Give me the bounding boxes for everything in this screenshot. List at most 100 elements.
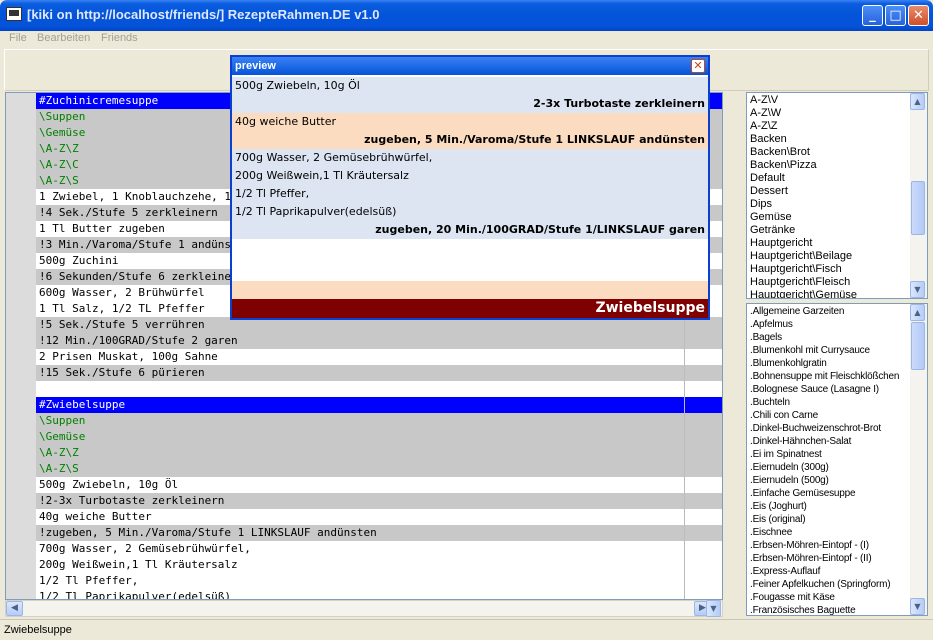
recipe-list-scrollbar[interactable]: ▲ ▼ xyxy=(910,304,927,615)
preview-ingredient: 200g Weißwein,1 Tl Kräutersalz xyxy=(235,169,409,182)
category-scroll-down-button[interactable]: ▼ xyxy=(910,281,925,298)
recipe-scroll-down-button[interactable]: ▼ xyxy=(910,598,925,615)
scroll-down-button[interactable]: ▼ xyxy=(706,600,721,617)
editor-horizontal-scrollbar[interactable]: ◀ ▶ xyxy=(5,600,723,617)
category-item[interactable]: A-Z\V xyxy=(750,94,778,107)
category-item[interactable]: Backen\Pizza xyxy=(750,159,817,172)
preview-step: 500g Zwiebeln, 10g Öl 2-3x Turbotaste zer… xyxy=(232,77,708,113)
editor-line[interactable]: !zugeben, 5 Min./Varoma/Stufe 1 LINKSLAU… xyxy=(36,525,722,541)
recipe-item[interactable]: .Eiernudeln (300g) xyxy=(750,461,829,474)
recipe-item[interactable]: .Eis (original) xyxy=(750,513,806,526)
category-item[interactable]: Default xyxy=(750,172,785,185)
app-icon[interactable] xyxy=(6,7,22,21)
category-list[interactable]: A-Z\V A-Z\W A-Z\Z Backen Backen\Brot Backen\P… xyxy=(746,92,928,299)
recipe-item[interactable]: .Apfelmus xyxy=(750,318,793,331)
editor-line[interactable]: !12 Min./100GRAD/Stufe 2 garen xyxy=(36,333,722,349)
preview-ingredient: 1/2 Tl Paprikapulver(edelsüß) xyxy=(235,205,397,218)
recipe-item[interactable]: .Blumenkohlgratin xyxy=(750,357,827,370)
recipe-item[interactable]: .Erbsen-Möhren-Eintopf - (I) xyxy=(750,539,869,552)
recipe-item[interactable]: .Einfache Gemüsesuppe xyxy=(750,487,856,500)
recipe-list[interactable]: .Allgemeine Garzeiten .Apfelmus .Bagels .Bl… xyxy=(746,303,928,616)
recipe-item[interactable]: .Fougasse mit Käse xyxy=(750,591,835,604)
recipe-item[interactable]: .Buchteln xyxy=(750,396,790,409)
recipe-item[interactable]: .Eis (Joghurt) xyxy=(750,500,807,513)
category-item[interactable]: Hauptgericht\Fisch xyxy=(750,263,842,276)
editor-line[interactable]: \A-Z\Z xyxy=(36,445,722,461)
category-item[interactable]: Backen xyxy=(750,133,787,146)
recipe-item[interactable]: .Erbsen-Möhren-Eintopf - (II) xyxy=(750,552,872,565)
editor-line[interactable]: 1/2 Tl Pfeffer, xyxy=(36,573,722,589)
preview-step: 40g weiche Butter zugeben, 5 Min./Varoma/… xyxy=(232,113,708,149)
recipe-item[interactable]: .Bohnensuppe mit Fleischklößchen xyxy=(750,370,899,383)
recipe-item[interactable]: .Bagels xyxy=(750,331,782,344)
editor-line[interactable]: \A-Z\S xyxy=(36,461,722,477)
category-scroll-up-button[interactable]: ▲ xyxy=(910,93,925,110)
maximize-button[interactable]: □ xyxy=(885,5,906,26)
editor-line[interactable]: 1/2 Tl Paprikapulver(edelsüß) xyxy=(36,589,722,599)
editor-gutter xyxy=(6,93,36,599)
preview-step: 700g Wasser, 2 Gemüsebrühwürfel, 200g Wei… xyxy=(232,149,708,239)
preview-ingredient: 500g Zwiebeln, 10g Öl xyxy=(235,79,360,92)
close-button[interactable]: ✕ xyxy=(908,5,929,26)
window-title: [kiki on http://localhost/friends/] Reze… xyxy=(27,7,380,22)
editor-line[interactable]: 2 Prisen Muskat, 100g Sahne xyxy=(36,349,722,365)
recipe-item[interactable]: .Allgemeine Garzeiten xyxy=(750,305,844,318)
editor-line[interactable]: 200g Weißwein,1 Tl Kräutersalz xyxy=(36,557,722,573)
editor-line[interactable]: 700g Wasser, 2 Gemüsebrühwürfel, xyxy=(36,541,722,557)
category-item[interactable]: Hauptgericht\Gemüse xyxy=(750,289,857,298)
preview-title: preview xyxy=(232,57,708,75)
recipe-scroll-up-button[interactable]: ▲ xyxy=(910,304,925,321)
recipe-item[interactable]: .Express-Auflauf xyxy=(750,565,820,578)
category-item[interactable]: Dips xyxy=(750,198,772,211)
category-item[interactable]: Hauptgericht\Beilage xyxy=(750,250,852,263)
preview-action: 2-3x Turbotaste zerkleinern xyxy=(533,97,705,110)
menu-file[interactable]: File xyxy=(9,32,27,44)
category-item[interactable]: Backen\Brot xyxy=(750,146,810,159)
category-item[interactable]: Hauptgericht\Fleisch xyxy=(750,276,850,289)
editor-line[interactable]: 40g weiche Butter xyxy=(36,509,722,525)
category-item[interactable]: Dessert xyxy=(750,185,788,198)
scroll-left-button[interactable]: ◀ xyxy=(6,601,23,616)
editor-line[interactable]: 500g Zwiebeln, 10g Öl xyxy=(36,477,722,493)
preview-recipe-name: Zwiebelsuppe xyxy=(595,300,705,316)
category-item[interactable]: A-Z\Z xyxy=(750,120,778,133)
category-item[interactable]: Hauptgericht xyxy=(750,237,812,250)
category-list-scrollbar[interactable]: ▲ ▼ xyxy=(910,93,927,298)
recipe-item[interactable]: .Blumenkohl mit Currysauce xyxy=(750,344,870,357)
category-item[interactable]: Getränke xyxy=(750,224,795,237)
recipe-scroll-thumb[interactable] xyxy=(911,322,925,370)
preview-action: zugeben, 20 Min./100GRAD/Stufe 1/LINKSLA… xyxy=(375,223,705,236)
minimize-button[interactable]: _ xyxy=(862,5,883,26)
editor-line[interactable]: !15 Sek./Stufe 6 pürieren xyxy=(36,365,722,381)
preview-footer: Zwiebelsuppe xyxy=(232,299,708,318)
preview-ingredient: 700g Wasser, 2 Gemüsebrühwürfel, xyxy=(235,151,433,164)
editor-line[interactable] xyxy=(36,381,722,397)
status-text: Zwiebelsuppe xyxy=(4,624,72,636)
recipe-item[interactable]: .Bolognese Sauce (Lasagne I) xyxy=(750,383,879,396)
menu-bearbeiten[interactable]: Bearbeiten xyxy=(37,32,90,44)
recipe-item[interactable]: .Französisches Baguette xyxy=(750,604,856,615)
recipe-item[interactable]: .Eiernudeln (500g) xyxy=(750,474,829,487)
recipe-item[interactable]: .Dinkel-Buchweizenschrot-Brot xyxy=(750,422,881,435)
editor-line[interactable]: #Zwiebelsuppe xyxy=(36,397,722,413)
preview-empty-row xyxy=(232,281,708,299)
category-item[interactable]: Gemüse xyxy=(750,211,792,224)
recipe-item[interactable]: .Feiner Apfelkuchen (Springform) xyxy=(750,578,891,591)
recipe-item[interactable]: .Ei im Spinatnest xyxy=(750,448,822,461)
editor-line[interactable]: \Gemüse xyxy=(36,429,722,445)
editor-line[interactable]: \Suppen xyxy=(36,413,722,429)
preview-close-button[interactable]: ✕ xyxy=(691,59,705,73)
recipe-item[interactable]: .Chili con Carne xyxy=(750,409,818,422)
category-scroll-thumb[interactable] xyxy=(911,181,925,235)
preview-window[interactable]: preview ✕ 500g Zwiebeln, 10g Öl 2-3x Turb… xyxy=(230,55,710,320)
preview-ingredient: 1/2 Tl Pfeffer, xyxy=(235,187,310,200)
preview-action: zugeben, 5 Min./Varoma/Stufe 1 LINKSLAUF… xyxy=(364,133,705,146)
menu-bar: File Bearbeiten Friends xyxy=(0,31,933,48)
preview-ingredient: 40g weiche Butter xyxy=(235,115,337,128)
title-bar[interactable]: [kiki on http://localhost/friends/] Reze… xyxy=(0,0,933,31)
recipe-item[interactable]: .Eischnee xyxy=(750,526,792,539)
recipe-item[interactable]: .Dinkel-Hähnchen-Salat xyxy=(750,435,851,448)
menu-friends[interactable]: Friends xyxy=(101,32,138,44)
editor-line[interactable]: !2-3x Turbotaste zerkleinern xyxy=(36,493,722,509)
category-item[interactable]: A-Z\W xyxy=(750,107,781,120)
